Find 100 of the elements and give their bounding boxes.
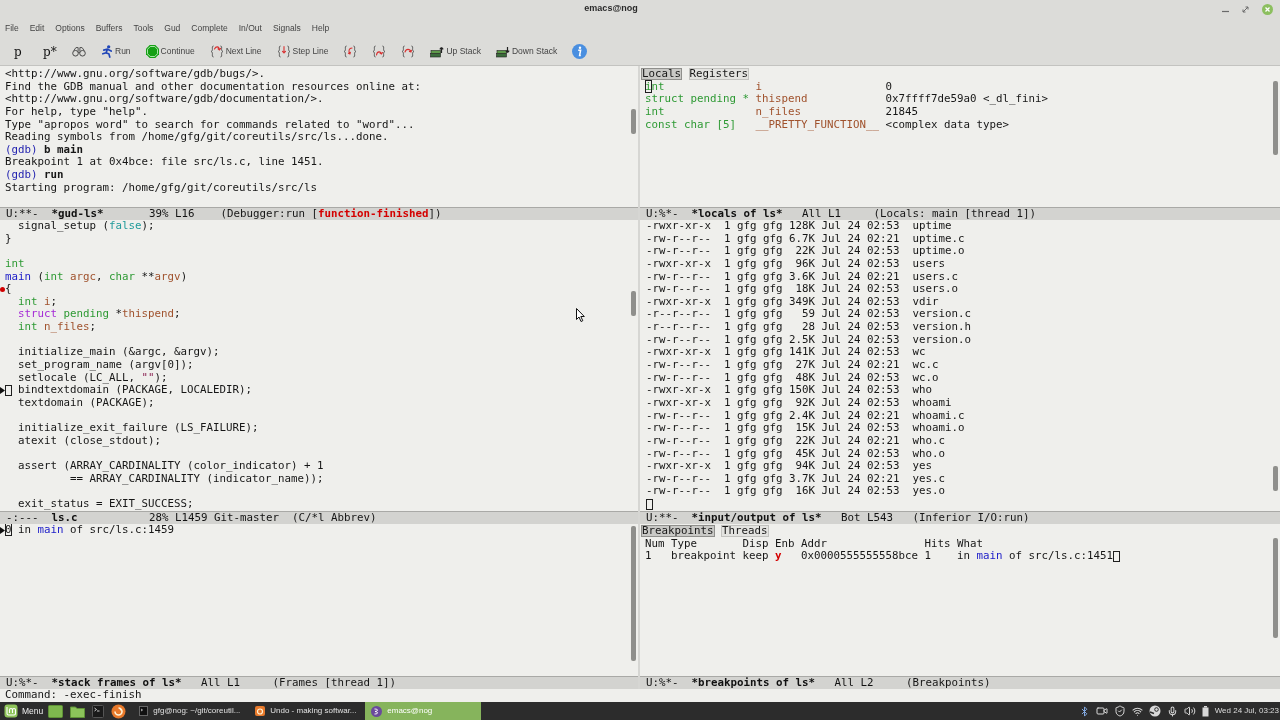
code-line: initialize_exit_failure (LS_FAILURE); (18, 422, 259, 435)
scrollbar-thumb[interactable] (1273, 81, 1278, 155)
output-line: -rw-r--r-- 1 gfg gfg 27K Jul 24 02:21 wc.c (646, 358, 939, 372)
panel-tab[interactable]: Locals (641, 68, 682, 81)
toolbar-button[interactable]: p (14, 45, 28, 58)
panel-tab[interactable]: Threads (721, 525, 769, 538)
column-header: What (957, 536, 983, 550)
output-line: -rw-r--r-- 1 gfg gfg 22K Jul 24 02:21 who.c (646, 433, 945, 447)
braces-arrow-icon (276, 45, 291, 58)
output-line: -rwxr-xr-x 1 gfg gfg 92K Jul 24 02:53 whoami (646, 395, 952, 409)
toolbar-button[interactable]: Step Line (276, 45, 329, 58)
code-line: exit_status = EXIT_SUCCESS; (18, 498, 194, 511)
output-line: -rw-r--r-- 1 gfg gfg 3.6K Jul 24 02:21 users.c (646, 269, 958, 283)
menu-item[interactable]: Signals (272, 21, 301, 35)
variable-type: struct pending * (645, 92, 749, 106)
variable-name: thispend (755, 92, 808, 106)
start-menu-button[interactable]: Menu (0, 702, 44, 720)
variable-type: const char [5] (645, 117, 736, 131)
output-line: -rw-r--r-- 1 gfg gfg 45K Jul 24 02:53 who.o (646, 446, 945, 460)
running-figure-icon (101, 45, 113, 58)
braces-arrow-icon[interactable] (372, 45, 387, 58)
scrollbar-thumb[interactable] (631, 291, 636, 316)
code-line: int n_files; (18, 321, 97, 334)
stack-frame-line[interactable]: 0 in main of src/ls.c:1459 (5, 524, 175, 537)
mouse-pointer-icon (576, 308, 585, 322)
tile-icon[interactable] (48, 704, 64, 718)
console-line: For help, type "help". (5, 104, 148, 118)
output-line: -rw-r--r-- 1 gfg gfg 6.7K Jul 24 02:21 uptime.c (646, 231, 965, 245)
console-line: Breakpoint 1 at 0x4bce: file src/ls.c, line 1451. (5, 155, 324, 169)
buffer-name: *stack frames of ls* (51, 676, 182, 689)
scrollbar-thumb[interactable] (631, 526, 636, 661)
window-title: emacs@nog (584, 2, 638, 16)
code-line: main (int argc, char **argv) (5, 270, 188, 284)
braces-arrow-icon[interactable] (343, 45, 358, 58)
vc-branch: Git-master (214, 512, 280, 524)
wifi-icon[interactable] (1131, 705, 1143, 717)
output-line: -rw-r--r-- 1 gfg gfg 18K Jul 24 02:53 users.o (646, 282, 958, 296)
output-line: -rwxr-xr-x 1 gfg gfg 94K Jul 24 02:53 yes (646, 459, 932, 473)
close-icon[interactable] (1262, 3, 1273, 15)
menu-item[interactable]: File (5, 21, 19, 35)
menu-item[interactable]: Options (55, 21, 85, 35)
camera-icon[interactable] (1095, 705, 1108, 717)
browser-icon[interactable] (111, 703, 127, 719)
toolbar-button[interactable]: Down Stack (495, 45, 558, 58)
buffer-name: *gud-ls* (51, 207, 104, 220)
toolbar-button[interactable]: Next Line (209, 45, 262, 58)
toolbar-button[interactable]: p* (43, 45, 57, 58)
code-line: setlocale (LC_ALL, ""); (18, 371, 168, 385)
console-line: Type "apropos word" to search for commands related to "word"... (5, 117, 415, 131)
menu-item[interactable]: Tools (133, 21, 154, 35)
variable-name: i (755, 79, 762, 93)
braces-arrow-icon[interactable] (401, 45, 416, 58)
battery-icon[interactable] (1201, 705, 1209, 717)
info-icon[interactable] (572, 44, 588, 59)
panel-tab[interactable]: Registers (688, 68, 750, 81)
toolbar-button[interactable]: Run (101, 45, 131, 58)
menu-item[interactable]: Edit (29, 21, 45, 35)
toolbar-button[interactable]: Continue (145, 45, 195, 58)
menu-item[interactable]: Buffers (95, 21, 123, 35)
major-mode: (Inferior I/O:run) (912, 512, 1030, 524)
output-line: -rw-r--r-- 1 gfg gfg 16K Jul 24 02:53 yes.o (646, 484, 945, 498)
variable-value: 21845 (885, 105, 918, 119)
stack-arrow-icon (430, 45, 445, 58)
column-header: Enb (775, 536, 795, 550)
column-header: Type (671, 536, 697, 550)
app-icon (371, 705, 383, 717)
octagon-icon (145, 45, 159, 58)
menu-item[interactable]: Help (311, 21, 330, 35)
output-line: -rwxr-xr-x 1 gfg gfg 141K Jul 24 02:53 wc (646, 345, 926, 359)
microphone-icon[interactable] (1166, 705, 1178, 717)
taskbar-window-button[interactable]: gfg@nog: ~/git/coreutil... (133, 702, 250, 720)
buffer-position: All L2 (834, 676, 874, 689)
scrollbar-thumb[interactable] (1273, 538, 1278, 638)
taskbar-window-button[interactable]: Undo - making softwar... (249, 702, 366, 720)
menu-item[interactable]: Complete (191, 21, 228, 35)
menu-item[interactable]: In/Out (238, 21, 262, 35)
clock[interactable]: Wed 24 Jul, 03:23 (1214, 705, 1280, 717)
code-line: initialize_main (&argc, &argv); (18, 346, 220, 360)
volume-icon[interactable] (1183, 705, 1196, 717)
scrollbar-thumb[interactable] (1273, 466, 1278, 491)
scrollbar-thumb[interactable] (631, 109, 636, 134)
toolbar-button[interactable]: Up Stack (430, 45, 481, 58)
column-header: Disp (742, 536, 769, 550)
table-cell: in main of src/ls.c:1451 (957, 550, 1114, 563)
buffer-position: 39% L16 (149, 207, 195, 220)
variable-value: 0x7ffff7de59a0 <_dl_fini> (885, 93, 1048, 106)
round-logo-icon[interactable] (1148, 705, 1161, 717)
resize-arrows-icon[interactable] (1242, 5, 1249, 13)
buffer-status: U:**- (646, 512, 679, 524)
code-line: int i; (18, 295, 58, 309)
folder-icon[interactable] (70, 704, 86, 718)
binoculars-icon[interactable] (72, 46, 86, 57)
shield-icon[interactable] (1113, 705, 1126, 717)
menu-item[interactable]: Gud (164, 21, 181, 35)
menu-logo-icon (4, 704, 18, 718)
code-line: { (5, 283, 12, 296)
panel-tab[interactable]: Breakpoints (641, 525, 715, 538)
echo-area-text: Command: -exec-finish (5, 687, 142, 704)
column-header: Hits (924, 536, 951, 550)
terminal-icon[interactable] (92, 704, 105, 718)
